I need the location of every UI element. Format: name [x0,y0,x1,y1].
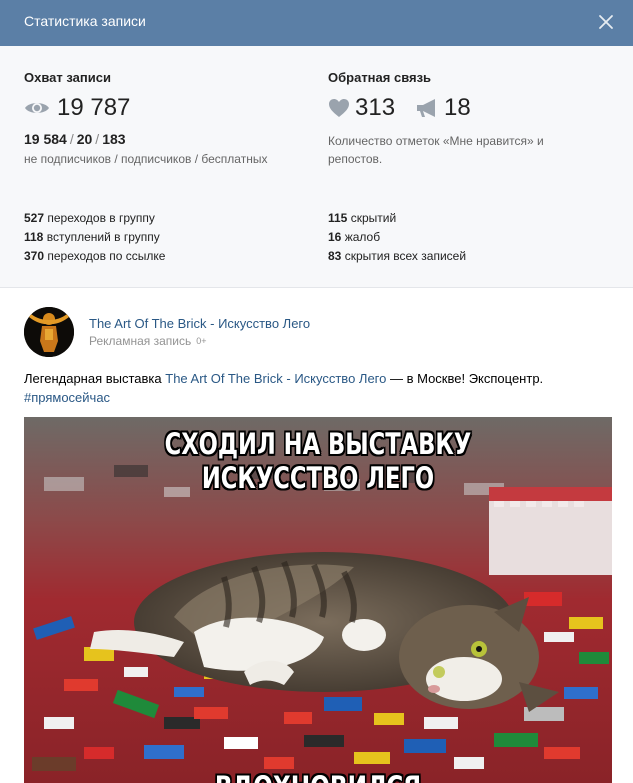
reach-non-subscribers: 19 584 [24,131,67,147]
feedback-title: Обратная связь [328,70,432,85]
hashtag-link[interactable]: #прямосейчас [24,390,110,405]
stats-panel: Охват записи 19 787 19 584/20/183 не под… [0,46,633,288]
close-icon[interactable] [592,8,620,36]
reposts-value: 18 [444,94,471,121]
list-item: 115 скрытий [328,211,397,225]
feedback-counts: 313 18 [328,92,471,124]
modal-title: Статистика записи [24,13,146,29]
image-caption-bottom: ВДОХНОВИЛСЯ [83,770,553,783]
reach-legend: не подписчиков / подписчиков / бесплатны… [24,152,268,166]
post-author-link[interactable]: The Art Of The Brick - Искусство Лего [89,316,310,331]
reach-total: 19 787 [24,92,130,124]
eye-icon [24,100,50,116]
reach-free: 183 [102,131,126,147]
post-image[interactable]: СХОДИЛ НА ВЫСТАВКУ ИСКУССТВО ЛЕГО ВДОХНО… [24,417,612,783]
list-item: 527 переходов в группу [24,211,155,225]
avatar[interactable] [24,307,74,357]
modal-header: Статистика записи [0,0,633,46]
list-item: 370 переходов по ссылке [24,249,166,263]
post-text-before: Легендарная выставка [24,371,166,386]
image-caption-top: СХОДИЛ НА ВЫСТАВКУ ИСКУССТВО ЛЕГО [164,427,472,495]
post-meta-label: Рекламная запись [89,334,192,348]
separator: / [69,131,74,147]
post-meta: Рекламная запись 0+ [89,334,207,348]
heart-icon [328,98,350,118]
likes-value: 313 [355,94,396,121]
actions-left-list: 527 переходов в группу 118 вступлений в … [24,209,165,266]
list-item: 16 жалоб [328,230,381,244]
feedback-description: Количество отметок «Мне нравится» и репо… [328,134,544,166]
post-text-after: — в Москве! Экспоцентр. [386,371,544,386]
reach-subscribers: 20 [76,131,93,147]
list-item: 118 вступлений в группу [24,230,160,244]
actions-right-list: 115 скрытий 16 жалоб 83 скрытия всех зап… [328,209,466,266]
age-rating: 0+ [196,336,207,346]
reach-total-value: 19 787 [57,94,131,121]
list-item: 83 скрытия всех записей [328,249,467,263]
separator: / [95,131,100,147]
post-text-link[interactable]: The Art Of The Brick - Искусство Лего [165,371,386,386]
reach-title: Охват записи [24,70,111,85]
post-text: Легендарная выставка The Art Of The Bric… [24,369,609,407]
post-preview: The Art Of The Brick - Искусство Лего Ре… [0,288,633,783]
megaphone-icon [415,98,439,118]
reach-breakdown: 19 584/20/183 [24,131,126,147]
